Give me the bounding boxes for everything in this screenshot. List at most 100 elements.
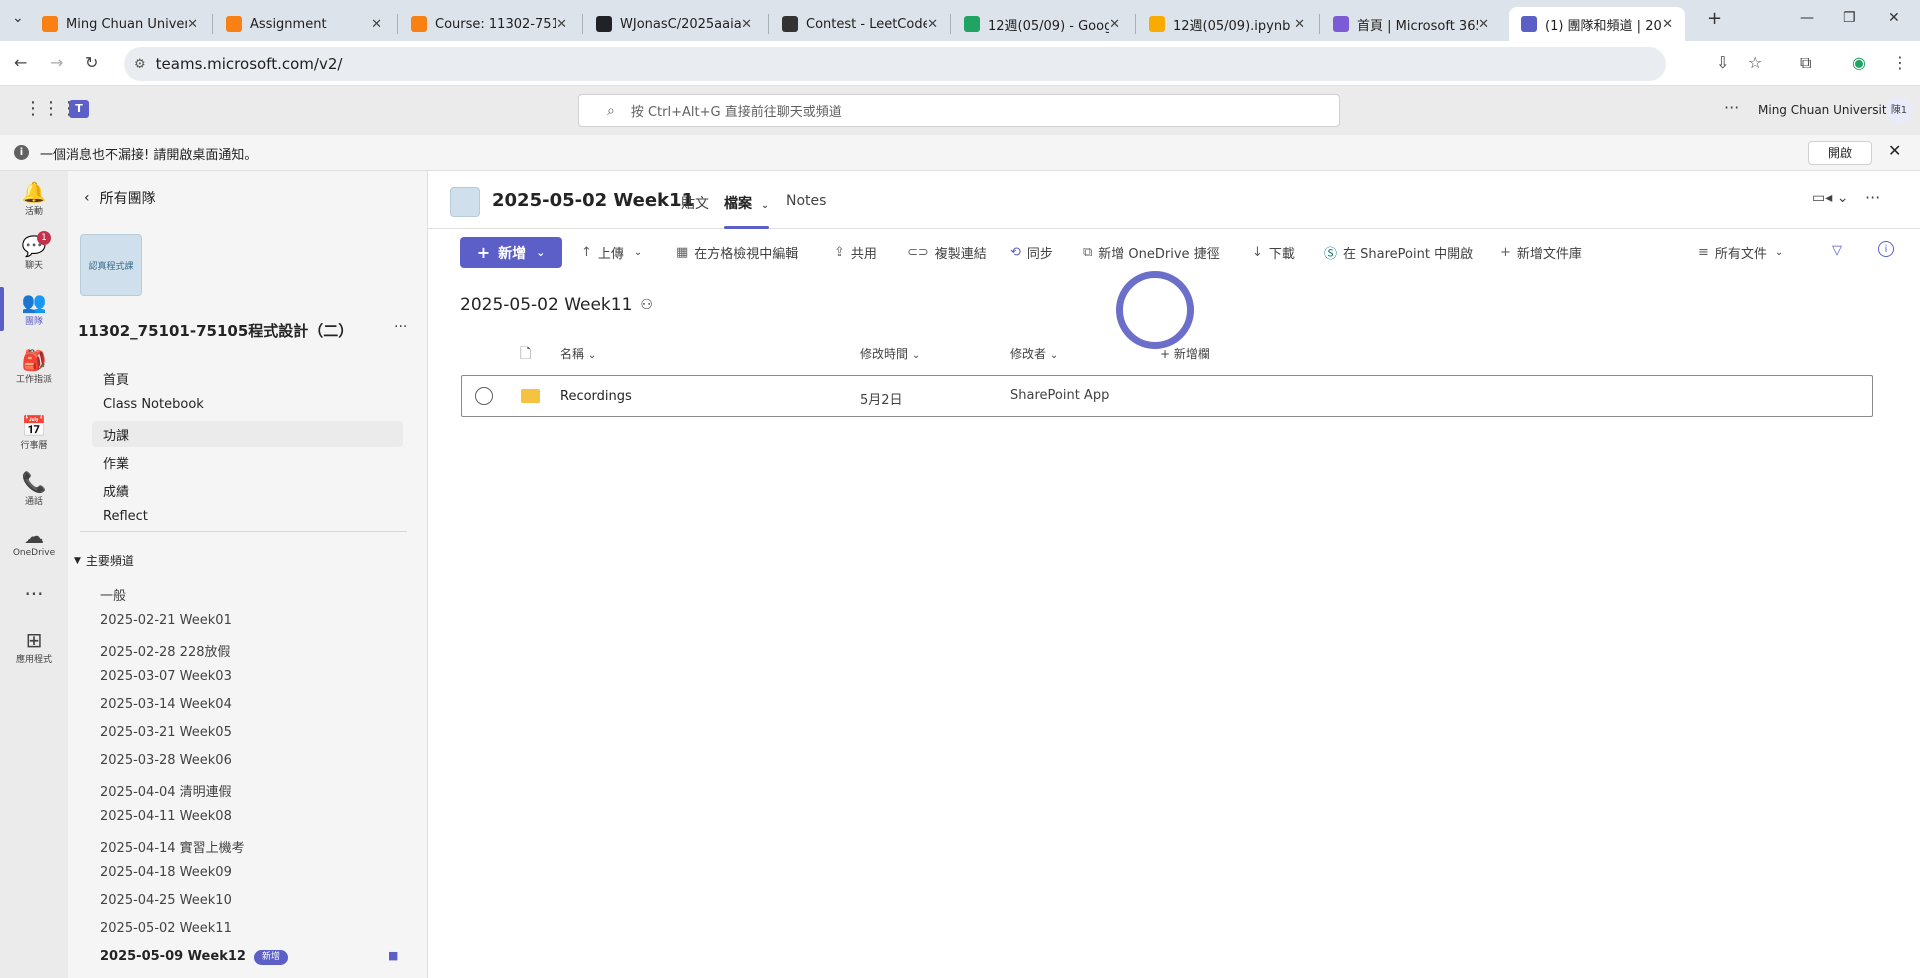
team-nav-item[interactable]: 作業	[92, 449, 403, 475]
column-modified-by[interactable]: 修改者 ⌄	[1010, 345, 1058, 362]
browser-tab[interactable]: 12週(05/09).ipynb - ✕	[1137, 7, 1317, 41]
channel-item[interactable]: 2025-04-14 實習上機考	[98, 833, 403, 859]
rail-item[interactable]: 📞 通話	[0, 470, 68, 507]
channel-item[interactable]: 2025-04-18 Week09	[98, 861, 403, 887]
grid-edit-button[interactable]: ▦ 在方格檢視中編輯	[676, 243, 798, 262]
download-button[interactable]: ↓ 下載	[1252, 243, 1295, 262]
browser-tab[interactable]: Contest - LeetCode ✕	[770, 7, 950, 41]
rail-item[interactable]: 💬 聊天 1	[0, 231, 68, 271]
close-banner-icon[interactable]: ✕	[1888, 141, 1901, 160]
back-to-teams-link[interactable]: ‹ 所有團隊	[84, 188, 156, 208]
copy-link-button[interactable]: ⊂⊃ 複製連結	[907, 243, 987, 262]
more-options-icon[interactable]: ···	[1724, 98, 1739, 117]
tab-search-icon[interactable]: ⌄	[12, 10, 24, 26]
close-tab-icon[interactable]: ✕	[187, 17, 198, 32]
tab-files[interactable]: 檔案 ⌄	[724, 193, 769, 213]
team-nav-item[interactable]: 成績	[92, 477, 403, 503]
extensions-icon[interactable]: ⧉	[1800, 53, 1811, 73]
rail-item[interactable]: ⊞ 應用程式	[0, 628, 68, 665]
rail-item[interactable]: 🔔 活動	[0, 180, 68, 217]
rail-item[interactable]: ☁ OneDrive	[0, 524, 68, 558]
close-tab-icon[interactable]: ✕	[741, 17, 752, 32]
download-icon: ↓	[1252, 245, 1263, 260]
sync-button[interactable]: ⟲ 同步	[1010, 243, 1053, 262]
open-sharepoint-button[interactable]: Ⓢ 在 SharePoint 中開啟	[1324, 243, 1473, 262]
shared-people-icon[interactable]: ⚇	[640, 297, 653, 313]
close-tab-icon[interactable]: ✕	[927, 17, 938, 32]
rail-item[interactable]: 📅 行事曆	[0, 414, 68, 451]
chevron-down-icon: ⌄	[633, 247, 643, 258]
upload-button[interactable]: ↑ 上傳 ⌄	[581, 243, 642, 262]
browser-menu-icon[interactable]: ⋮	[1892, 53, 1908, 72]
column-name[interactable]: 名稱 ⌄	[560, 345, 596, 362]
search-input[interactable]: ⌕ 按 Ctrl+Alt+G 直接前往聊天或頻道	[578, 94, 1340, 127]
forward-icon[interactable]: →	[50, 53, 63, 72]
rail-item[interactable]: 👥 團隊	[0, 290, 68, 327]
channel-item[interactable]: 2025-05-09 Week12 新增 ■	[98, 945, 403, 971]
close-tab-icon[interactable]: ✕	[1294, 17, 1305, 32]
browser-tab[interactable]: Assignment ✕	[214, 7, 394, 41]
close-window-button[interactable]: ✕	[1888, 10, 1900, 26]
channel-item[interactable]: 2025-05-02 Week11	[98, 917, 403, 943]
url-bar[interactable]: ⚙ teams.microsoft.com/v2/	[124, 47, 1666, 81]
chevron-down-icon: ⌄	[760, 200, 770, 211]
add-shortcut-button[interactable]: ⧉ 新增 OneDrive 捷徑	[1083, 243, 1220, 262]
column-modified[interactable]: 修改時間 ⌄	[860, 345, 920, 362]
team-nav-item[interactable]: 功課	[92, 421, 403, 447]
team-nav-item[interactable]: Reflect	[92, 505, 403, 531]
add-column-button[interactable]: + 新增欄	[1160, 345, 1210, 362]
browser-tab[interactable]: 首頁 | Microsoft 365 ✕	[1321, 7, 1501, 41]
channel-item[interactable]: 2025-03-21 Week05	[98, 721, 403, 747]
browser-tab[interactable]: WJonasC/2025aaia ✕	[584, 7, 764, 41]
channels-section-header[interactable]: ▼ 主要頻道	[74, 552, 134, 569]
channel-item[interactable]: 2025-02-21 Week01	[98, 609, 403, 635]
back-icon[interactable]: ←	[14, 53, 27, 72]
close-tab-icon[interactable]: ✕	[1662, 17, 1673, 32]
view-selector[interactable]: ≡ 所有文件 ⌄	[1698, 243, 1783, 262]
channel-item[interactable]: 2025-03-28 Week06	[98, 749, 403, 775]
channel-item[interactable]: 2025-04-04 清明連假	[98, 777, 403, 803]
tab-separator	[582, 14, 583, 34]
install-app-icon[interactable]: ⇩	[1716, 53, 1729, 72]
channel-item[interactable]: 2025-03-14 Week04	[98, 693, 403, 719]
info-pane-icon[interactable]: i	[1878, 241, 1894, 257]
file-name[interactable]: Recordings	[560, 389, 632, 404]
meet-video-icon[interactable]: ▭◂ ⌄	[1812, 190, 1848, 206]
tab-notes[interactable]: Notes	[786, 193, 826, 209]
filter-icon[interactable]: ▽	[1832, 243, 1842, 258]
close-tab-icon[interactable]: ✕	[556, 17, 567, 32]
site-info-icon[interactable]: ⚙	[134, 57, 146, 72]
row-select-radio[interactable]	[475, 387, 493, 405]
channel-item[interactable]: 2025-04-25 Week10	[98, 889, 403, 915]
channel-item[interactable]: 一般	[98, 581, 403, 607]
new-button[interactable]: + 新增 ⌄	[460, 237, 562, 268]
channel-item[interactable]: 2025-03-07 Week03	[98, 665, 403, 691]
team-nav-item[interactable]: Class Notebook	[92, 393, 403, 419]
close-tab-icon[interactable]: ✕	[1109, 17, 1120, 32]
browser-tab[interactable]: Course: 11302-7510 ✕	[399, 7, 579, 41]
browser-tab[interactable]: (1) 團隊和頻道 | 2025✕	[1509, 7, 1685, 41]
profile-icon[interactable]: ◉	[1852, 53, 1866, 72]
channel-item[interactable]: 2025-02-28 228放假	[98, 637, 403, 663]
enable-notification-button[interactable]: 開啟	[1808, 141, 1872, 165]
tab-posts[interactable]: 貼文	[681, 193, 709, 213]
rail-item[interactable]: ···	[0, 582, 68, 606]
close-tab-icon[interactable]: ✕	[1478, 17, 1489, 32]
share-button[interactable]: ⇪ 共用	[834, 243, 877, 262]
add-library-button[interactable]: + 新增文件庫	[1500, 243, 1582, 262]
browser-tab[interactable]: 12週(05/09) - Googl ✕	[952, 7, 1132, 41]
rail-item[interactable]: 🎒 工作指派	[0, 348, 68, 385]
restore-button[interactable]: ❐	[1843, 10, 1856, 26]
channel-item[interactable]: 2025-04-11 Week08	[98, 805, 403, 831]
new-tab-button[interactable]: +	[1707, 8, 1722, 29]
team-more-icon[interactable]: ···	[394, 319, 407, 335]
file-row[interactable]: Recordings 5月2日 SharePoint App	[461, 375, 1873, 417]
avatar[interactable]: 陳1	[1886, 98, 1912, 124]
team-nav-item[interactable]: 首頁	[92, 365, 403, 391]
minimize-button[interactable]: —	[1800, 10, 1814, 26]
header-more-icon[interactable]: ···	[1865, 188, 1880, 207]
close-tab-icon[interactable]: ✕	[371, 17, 382, 32]
browser-tab[interactable]: Ming Chuan Univers ✕	[30, 7, 210, 41]
bookmark-star-icon[interactable]: ☆	[1748, 53, 1762, 72]
reload-icon[interactable]: ↻	[85, 53, 98, 72]
